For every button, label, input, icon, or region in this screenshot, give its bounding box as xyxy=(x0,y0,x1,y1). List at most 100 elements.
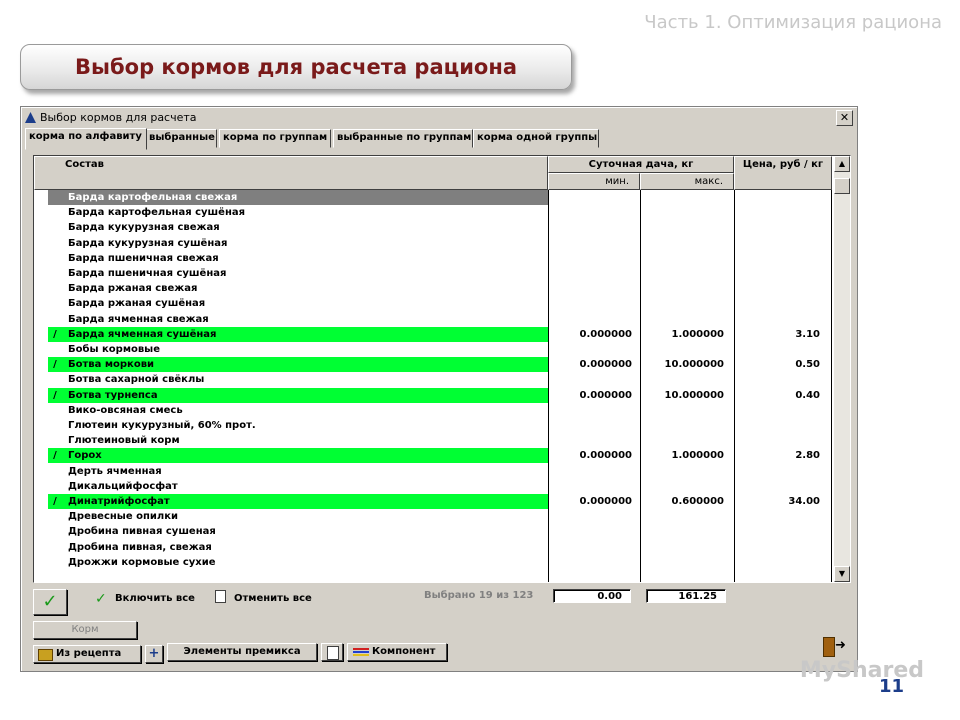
table-row[interactable]: Дробина пивная сушеная xyxy=(34,524,832,539)
row-min-value: 0.000000 xyxy=(579,389,632,401)
slide-part-title: Часть 1. Оптимизация рациона xyxy=(644,12,942,33)
row-name-cell: Древесные опилки xyxy=(48,509,548,524)
window-titlebar[interactable]: Выбор кормов для расчета ✕ xyxy=(23,109,855,127)
row-name: Ботва турнепса xyxy=(68,389,158,401)
row-name: Дробина пивная, свежая xyxy=(68,541,212,553)
tab-feeds-alphabetical[interactable]: корма по алфавиту xyxy=(25,128,147,150)
row-price-value: 0.50 xyxy=(795,359,820,371)
row-name-cell: Глютеиновый корм xyxy=(48,433,548,448)
row-name: Барда пшеничная сушёная xyxy=(68,268,227,279)
column-header-daily-ration[interactable]: Суточная дача, кг xyxy=(548,156,734,173)
table-row[interactable]: Глютеиновый корм xyxy=(34,433,832,448)
row-checkmark-icon[interactable]: / xyxy=(50,327,60,342)
row-name-cell: Барда пшеничная свежая xyxy=(48,251,548,266)
row-name-cell: Дрожжи кормовые сухие xyxy=(48,555,548,570)
include-all-button[interactable]: Включить все xyxy=(115,593,195,604)
add-button[interactable]: + xyxy=(145,645,163,663)
tab-selected[interactable]: выбранные xyxy=(145,129,217,148)
column-header-min[interactable]: мин. xyxy=(548,173,640,190)
table-row[interactable]: Древесные опилки xyxy=(34,509,832,524)
row-price-value: 0.40 xyxy=(795,389,820,401)
table-row[interactable]: Барда картофельная сушёная xyxy=(34,205,832,220)
row-checkmark-icon[interactable]: / xyxy=(50,494,60,509)
row-name-cell: Дробина пивная сушеная xyxy=(48,524,548,539)
row-checkmark-icon[interactable]: / xyxy=(50,388,60,403)
table-row[interactable]: / Динатрийфосфат 0.000000 0.600000 34.00 xyxy=(34,494,832,509)
table-row[interactable]: Барда ржаная свежая xyxy=(34,281,832,296)
table-row[interactable]: Барда ржаная сушёная xyxy=(34,296,832,311)
checkmark-icon: ✓ xyxy=(42,591,58,612)
scroll-up-icon[interactable]: ▲ xyxy=(834,156,850,172)
row-price-value: 2.80 xyxy=(795,450,820,462)
column-header-price[interactable]: Цена, руб / кг xyxy=(734,156,832,190)
row-name: Ботва сахарной свёклы xyxy=(68,374,205,386)
cancel-all-button[interactable]: Отменить все xyxy=(234,593,312,604)
row-name-cell: Барда ржаная свежая xyxy=(48,281,548,296)
row-name-cell: Барда ячменная свежая xyxy=(48,312,548,327)
row-name-cell: Барда картофельная свежая xyxy=(48,190,548,205)
close-button[interactable]: ✕ xyxy=(836,110,853,126)
tab-feeds-by-group[interactable]: корма по группам xyxy=(219,129,331,148)
row-name: Барда пшеничная свежая xyxy=(68,252,219,264)
watermark: MyShared xyxy=(799,658,924,683)
row-name-cell: Ботва сахарной свёклы xyxy=(48,372,548,387)
table-row[interactable]: Дробина пивная, свежая xyxy=(34,540,832,555)
scroll-thumb[interactable] xyxy=(834,178,850,194)
folder-icon xyxy=(38,649,53,661)
row-name-cell: Бобы кормовые xyxy=(48,342,548,357)
table-row[interactable]: Барда кукурузная свежая xyxy=(34,220,832,235)
confirm-button[interactable]: ✓ xyxy=(33,589,67,615)
scroll-down-icon[interactable]: ▼ xyxy=(834,566,850,582)
table-row[interactable]: Дерть ячменная xyxy=(34,464,832,479)
row-min-value: 0.000000 xyxy=(579,328,632,340)
include-all-icon: ✓ xyxy=(95,591,107,607)
app-icon xyxy=(25,112,36,123)
page-number: 11 xyxy=(878,676,904,697)
feed-button[interactable]: Корм xyxy=(33,621,137,639)
table-row[interactable]: Барда пшеничная сушёная xyxy=(34,266,832,281)
row-name-cell: Барда кукурузная сушёная xyxy=(48,236,548,251)
row-checkmark-icon[interactable]: / xyxy=(50,357,60,372)
tab-selected-by-group[interactable]: выбранные по группам xyxy=(333,129,473,148)
row-name: Бобы кормовые xyxy=(68,344,161,355)
row-name: Барда кукурузная свежая xyxy=(68,222,220,234)
table-row[interactable]: Барда пшеничная свежая xyxy=(34,251,832,266)
table-row[interactable]: Ботва сахарной свёклы xyxy=(34,372,832,387)
row-name: Горох xyxy=(68,450,102,462)
component-button[interactable]: Компонент xyxy=(347,643,447,661)
row-min-value: 0.000000 xyxy=(579,359,632,371)
row-checkmark-icon[interactable]: / xyxy=(50,448,60,463)
column-header-composition[interactable]: Состав xyxy=(34,156,548,190)
row-max-value: 10.000000 xyxy=(664,389,724,401)
tab-single-group-feeds[interactable]: корма одной группы xyxy=(473,129,599,148)
table-row[interactable]: Барда ячменная свежая xyxy=(34,312,832,327)
table-row[interactable]: / Барда ячменная сушёная 0.000000 1.000000 3… xyxy=(34,326,832,342)
row-name: Дрожжи кормовые сухие xyxy=(68,556,216,568)
row-name: Дерть ячменная xyxy=(68,465,162,477)
table-row[interactable]: Дрожжи кормовые сухие xyxy=(34,555,832,570)
feeds-grid[interactable]: Состав Суточная дача, кг мин. макс. Цена… xyxy=(33,155,851,583)
row-name-cell: Барда ржаная сушёная xyxy=(48,296,548,311)
table-row[interactable]: Барда картофельная свежая xyxy=(34,190,832,205)
row-name-cell: / Горох xyxy=(48,448,548,464)
table-row[interactable]: Дикальцийфосфат xyxy=(34,479,832,494)
row-max-value: 10.000000 xyxy=(664,359,724,371)
table-row[interactable]: / Горох 0.000000 1.000000 2.80 xyxy=(34,448,832,464)
grid-scrollbar[interactable]: ▲ ▼ xyxy=(834,156,850,582)
table-row[interactable]: Барда кукурузная сушёная xyxy=(34,236,832,251)
row-name: Глютеиновый корм xyxy=(68,435,180,447)
from-recipe-label: Из рецепта xyxy=(56,648,122,659)
document-button[interactable] xyxy=(321,643,343,661)
exit-door-icon[interactable]: ➜ xyxy=(823,637,846,657)
table-row[interactable]: Глютеин кукурузный, 60% прот. xyxy=(34,418,832,433)
column-header-max[interactable]: макс. xyxy=(640,173,734,190)
table-row[interactable]: / Ботва турнепса 0.000000 10.000000 0.40 xyxy=(34,387,832,403)
row-name-cell: / Динатрийфосфат xyxy=(48,494,548,509)
table-row[interactable]: Бобы кормовые xyxy=(34,342,832,357)
from-recipe-button[interactable]: Из рецепта xyxy=(33,645,141,663)
component-icon xyxy=(353,648,369,650)
table-row[interactable]: Вико-овсяная смесь xyxy=(34,403,832,418)
table-row[interactable]: / Ботва моркови 0.000000 10.000000 0.50 xyxy=(34,357,832,373)
row-min-value: 0.000000 xyxy=(579,496,632,507)
premix-elements-button[interactable]: Элементы премикса xyxy=(167,643,317,661)
